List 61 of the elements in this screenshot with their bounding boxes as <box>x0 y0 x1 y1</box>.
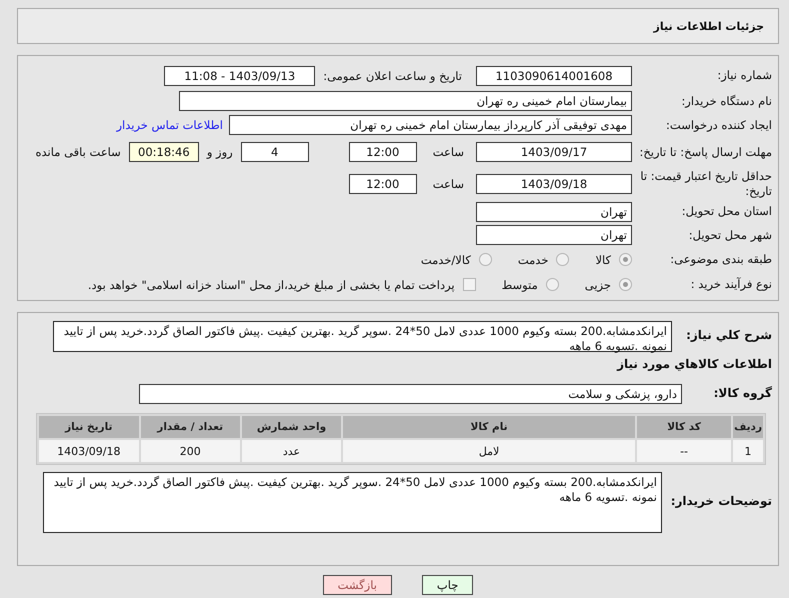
option-label: متوسط <box>502 278 538 292</box>
field-label: نام دستگاه خریدار: <box>680 94 772 108</box>
description-field: ایرانکدمشابه.200 بسته وکیوم 1000 عددی لامل 50*24 .سوپر گرید .بهترین کیفیت .پیش فاکتور الصاق گردد.خرید پس از تایید نمونه .تسویه 6 ماهه <box>53 320 672 352</box>
field-label: مهلت ارسال پاسخ: تا تاریخ: <box>638 144 772 160</box>
option-label: جزیی <box>584 278 611 292</box>
option-label: کالا <box>595 252 611 266</box>
section-heading: اطلاعات کالاهاي مورد نياز <box>617 357 772 371</box>
checkbox-label: پرداخت تمام یا بخشی از مبلغ خرید،از محل "اسناد خزانه اسلامی" خواهد بود. <box>88 278 455 292</box>
option-label: خدمت <box>518 252 548 266</box>
column-header: تاریخ نیاز <box>39 416 139 438</box>
field-label: ساعت <box>432 176 464 190</box>
table-cell: 1403/09/18 <box>39 440 139 462</box>
checkbox[interactable] <box>462 278 476 291</box>
days-field: 4 <box>240 142 309 162</box>
field-label: حداقل تاریخ اعتبار قیمت: تا تاریخ: <box>639 168 772 198</box>
remaining-time-field: 00:18:46 <box>128 142 199 162</box>
table-cell: 200 <box>140 440 240 462</box>
goods-group-field: دارو، پزشکی و سلامت <box>139 384 682 404</box>
column-header: تعداد / مقدار <box>140 416 240 438</box>
radio-button[interactable] <box>478 253 492 266</box>
radio-button[interactable] <box>546 278 559 291</box>
field-label: نوع فرآیند خرید : <box>690 277 772 292</box>
province-field: تهران <box>476 202 632 222</box>
column-header: کد کالا <box>636 416 732 438</box>
table-cell: 1 <box>733 440 763 462</box>
date-field: 1403/09/17 <box>476 142 632 162</box>
field-label: ایجاد کننده درخواست: <box>665 118 772 132</box>
table-cell: -- <box>636 440 732 462</box>
column-header: ردیف <box>733 416 763 438</box>
buyer-notes-field: ایرانکدمشابه.200 بسته وکیوم 1000 عددی لامل 50*24 .سوپر گرید .بهترین کیفیت .پیش فاکتور الصاق گردد.خرید پس از تایید نمونه .تسویه 6 ماهه <box>43 472 662 532</box>
announce-date-field: 1403/09/13 - 11:08 <box>164 66 316 86</box>
field-label: شرح کلي نياز: <box>685 328 772 344</box>
buyer-org-field: بیمارستان امام خمینی ره تهران <box>179 91 632 111</box>
table-cell: عدد <box>242 440 342 462</box>
radio-button[interactable] <box>619 253 632 266</box>
page-title: جزئیات اطلاعات نیاز <box>654 20 764 32</box>
field-label: طبقه بندی موضوعی: <box>669 252 772 267</box>
time-field: 12:00 <box>348 142 417 162</box>
column-header: نام کالا <box>343 416 635 438</box>
field-label: استان محل تحویل: <box>680 204 772 219</box>
buyer-contact-link[interactable]: اطلاعات تماس خریدار <box>116 118 223 132</box>
option-label: کالا/خدمت <box>420 252 471 266</box>
field-label: شهر محل تحویل: <box>688 228 772 242</box>
requester-field: مهدی توفیقی آذر کارپرداز بیمارستان امام خمینی ره تهران <box>229 115 632 135</box>
table-cell: لامل <box>343 440 635 462</box>
field-label: توضیحات خریدار: <box>670 494 772 510</box>
radio-button[interactable] <box>556 253 570 266</box>
time-field: 12:00 <box>348 174 417 194</box>
field-label: ساعت <box>432 145 464 159</box>
field-label: روز و <box>206 145 233 159</box>
need-number-field: 1103090614001608 <box>476 66 632 86</box>
field-label: شماره نیاز: <box>716 68 772 83</box>
print-button[interactable]: چاپ <box>422 575 474 595</box>
field-label: گروه کالا: <box>712 386 772 402</box>
field-label: ساعت باقی مانده <box>36 145 121 159</box>
column-header: واحد شمارش <box>242 416 342 438</box>
back-button[interactable]: بازگشت <box>322 575 392 595</box>
date-field: 1403/09/18 <box>476 174 632 194</box>
radio-button[interactable] <box>619 278 632 291</box>
field-label: تاریخ و ساعت اعلان عمومی: <box>323 68 462 82</box>
city-field: تهران <box>476 225 632 245</box>
